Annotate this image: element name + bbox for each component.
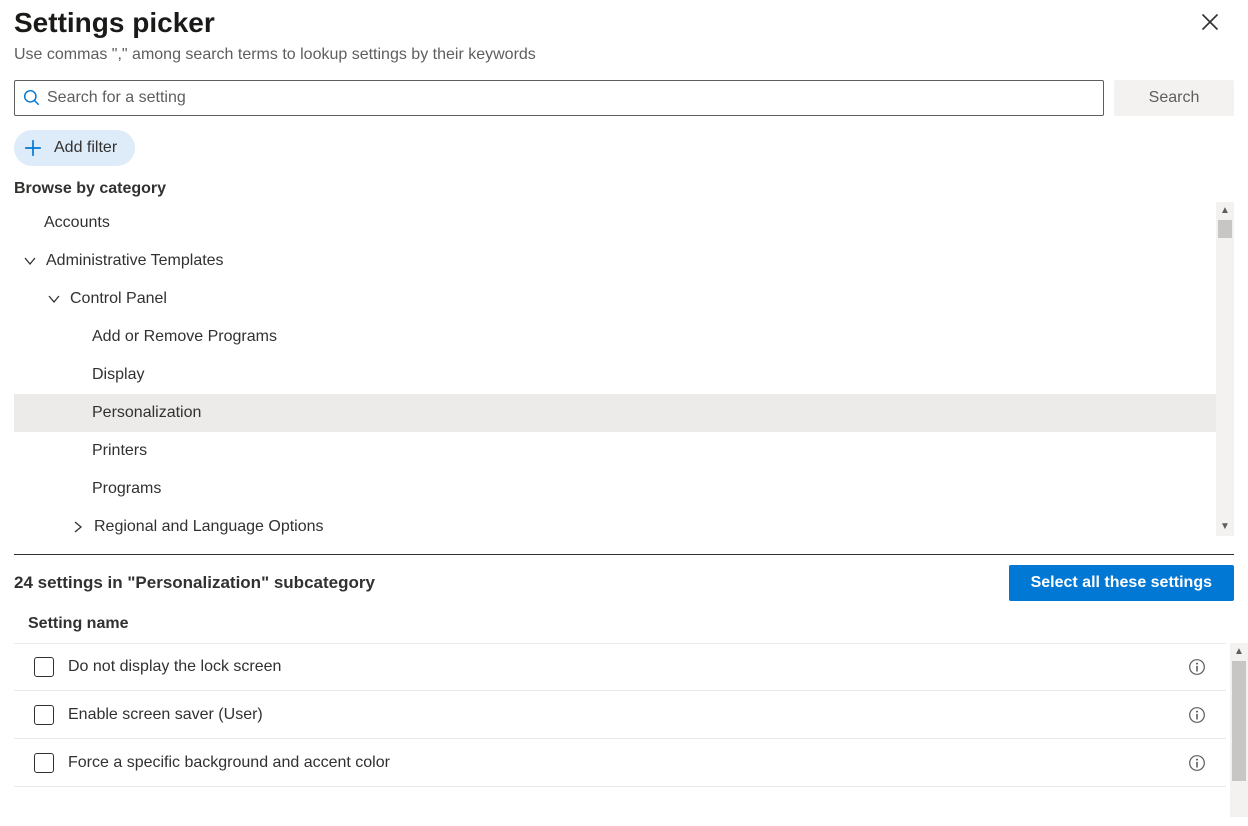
tree-item-label: Accounts: [44, 214, 110, 232]
chevron-down-icon: [46, 291, 62, 307]
scroll-thumb[interactable]: [1232, 661, 1246, 781]
page-subtitle: Use commas "," among search terms to loo…: [14, 46, 1234, 64]
tree-item-label: Printers: [92, 442, 147, 460]
info-icon[interactable]: [1188, 706, 1206, 724]
settings-count: 24 settings in "Personalization" subcate…: [14, 573, 375, 593]
tree-item-programs[interactable]: Programs: [14, 470, 1216, 508]
tree-item-regional-and-language-options[interactable]: Regional and Language Options: [14, 508, 1216, 546]
tree-item-label: Control Panel: [70, 290, 167, 308]
tree-item-personalization[interactable]: Personalization: [14, 394, 1216, 432]
close-icon: [1200, 12, 1220, 32]
page-title: Settings picker: [14, 6, 215, 40]
search-icon: [23, 89, 41, 107]
list-scrollbar[interactable]: ▲: [1230, 643, 1248, 817]
category-tree: Accounts Administrative Templates Contro…: [14, 202, 1234, 546]
tree-item-label: Regional and Language Options: [94, 518, 324, 536]
tree-item-display[interactable]: Display: [14, 356, 1216, 394]
info-icon[interactable]: [1188, 658, 1206, 676]
tree-item-add-or-remove-programs[interactable]: Add or Remove Programs: [14, 318, 1216, 356]
tree-item-control-panel[interactable]: Control Panel: [14, 280, 1216, 318]
tree-item-printers[interactable]: Printers: [14, 432, 1216, 470]
scroll-up-icon[interactable]: ▲: [1220, 202, 1230, 220]
setting-row[interactable]: Do not display the lock screen: [14, 643, 1226, 691]
setting-row[interactable]: Enable screen saver (User): [14, 691, 1226, 739]
tree-item-label: Programs: [92, 480, 161, 498]
scroll-up-icon[interactable]: ▲: [1234, 643, 1244, 661]
search-button[interactable]: Search: [1114, 80, 1234, 116]
close-button[interactable]: [1200, 12, 1228, 40]
plus-icon: [24, 139, 42, 157]
setting-checkbox[interactable]: [34, 705, 54, 725]
scroll-thumb[interactable]: [1218, 220, 1232, 238]
setting-label[interactable]: Do not display the lock screen: [68, 658, 1188, 676]
select-all-button[interactable]: Select all these settings: [1009, 565, 1234, 601]
setting-label[interactable]: Enable screen saver (User): [68, 706, 1188, 724]
tree-item-accounts[interactable]: Accounts: [14, 204, 1216, 242]
search-input[interactable]: [41, 89, 1095, 107]
search-box[interactable]: [14, 80, 1104, 116]
tree-item-label: Add or Remove Programs: [92, 328, 277, 346]
setting-checkbox[interactable]: [34, 657, 54, 677]
add-filter-button[interactable]: Add filter: [14, 130, 135, 166]
tree-item-label: Display: [92, 366, 144, 384]
divider: [14, 554, 1234, 555]
browse-by-category-header: Browse by category: [14, 180, 1234, 198]
setting-row[interactable]: Force a specific background and accent c…: [14, 739, 1226, 787]
setting-checkbox[interactable]: [34, 753, 54, 773]
tree-scrollbar[interactable]: ▲ ▼: [1216, 202, 1234, 536]
scroll-down-icon[interactable]: ▼: [1220, 518, 1230, 536]
chevron-right-icon: [70, 519, 86, 535]
settings-list: Do not display the lock screen Enable sc…: [14, 643, 1248, 787]
tree-item-administrative-templates[interactable]: Administrative Templates: [14, 242, 1216, 280]
add-filter-label: Add filter: [54, 139, 117, 157]
chevron-down-icon: [22, 253, 38, 269]
column-header-setting-name: Setting name: [14, 601, 1234, 643]
info-icon[interactable]: [1188, 754, 1206, 772]
tree-item-label: Administrative Templates: [46, 252, 224, 270]
tree-item-label: Personalization: [92, 404, 201, 422]
setting-label[interactable]: Force a specific background and accent c…: [68, 754, 1188, 772]
